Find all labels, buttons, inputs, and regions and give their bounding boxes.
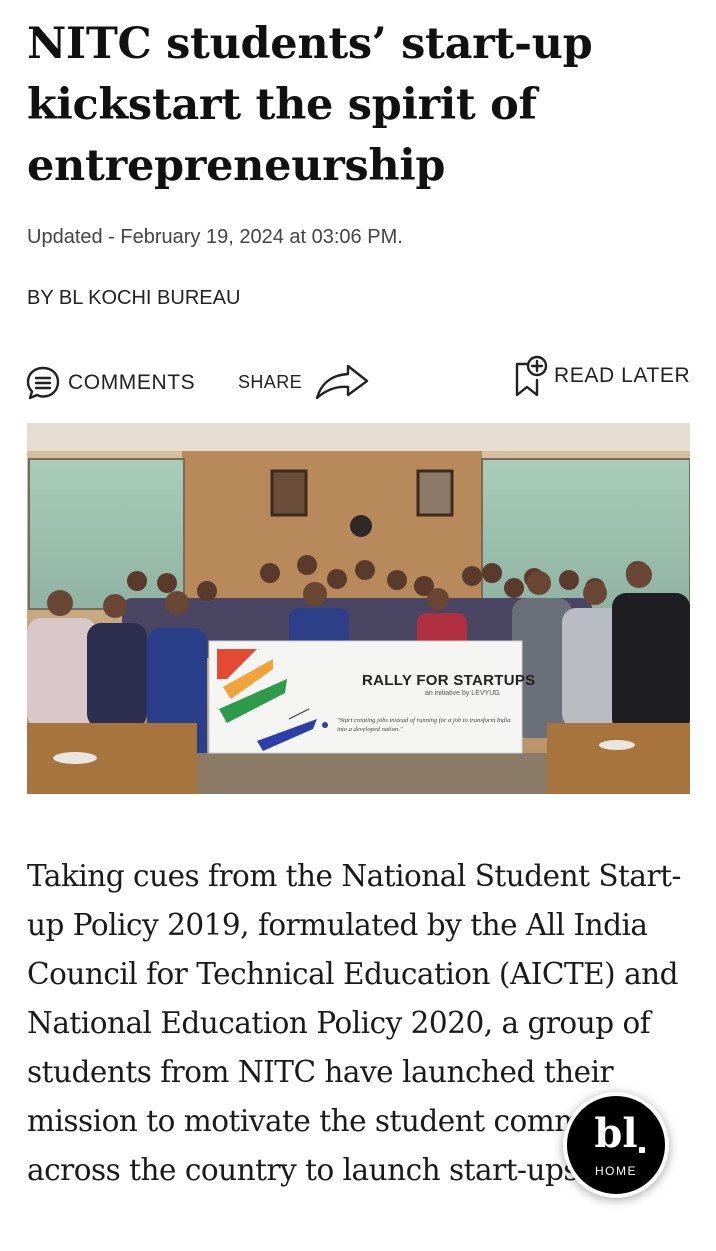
read-later-button[interactable]: READ LATER: [512, 354, 690, 398]
article-headline: NITC students’ start-up kickstart the sp…: [27, 19, 593, 191]
comments-button[interactable]: COMMENTS: [24, 364, 195, 402]
home-button[interactable]: bl HOME: [563, 1092, 669, 1198]
byline: BY BL KOCHI BUREAU: [27, 287, 241, 309]
banner-subtitle: an initiative by LEVYUG: [425, 690, 500, 697]
share-button[interactable]: SHARE: [238, 362, 370, 402]
comments-label: COMMENTS: [68, 371, 196, 394]
read-later-label: READ LATER: [554, 364, 691, 387]
group-photo-illustration: [27, 423, 690, 794]
article-actions-bar: COMMENTS SHARE READ LATER: [0, 350, 716, 410]
share-arrow-icon: [314, 362, 370, 402]
share-label: SHARE: [238, 371, 303, 392]
banner-title: RALLY FOR STARTUPS: [362, 672, 536, 689]
updated-timestamp: Updated - February 19, 2024 at 03:06 PM.: [27, 226, 403, 248]
comment-bubble-icon: [24, 364, 62, 402]
home-label: HOME: [595, 1164, 637, 1178]
article-photo[interactable]: RALLY FOR STARTUPS an initiative by LEVY…: [27, 423, 690, 794]
banner-quote: "Start creating jobs instead of running …: [337, 717, 511, 733]
logo-dot: [639, 1147, 645, 1153]
bookmark-plus-icon: [512, 354, 548, 398]
bl-logo: bl: [594, 1110, 638, 1157]
